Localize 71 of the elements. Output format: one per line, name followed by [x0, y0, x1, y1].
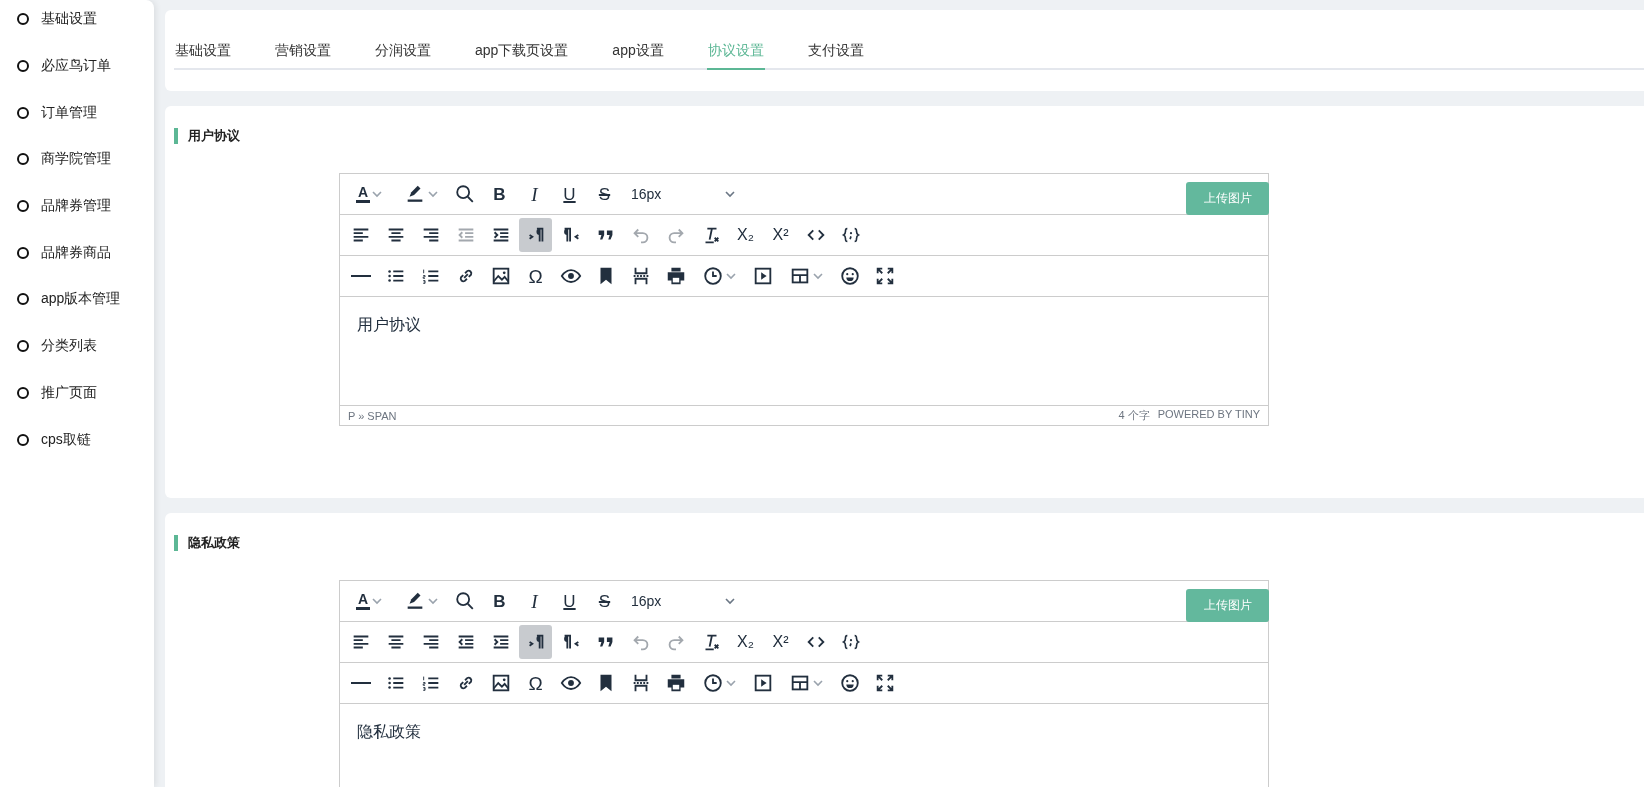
section-title: 用户协议	[174, 128, 1644, 144]
font-size-select[interactable]: 16px	[623, 177, 743, 211]
sidebar-item[interactable]: 订单管理	[0, 89, 154, 137]
underline-button[interactable]: U	[553, 584, 586, 618]
circle-icon	[17, 60, 29, 73]
sidebar-item[interactable]: 品牌券商品	[0, 229, 154, 277]
superscript-button[interactable]: X²	[764, 625, 797, 659]
strikethrough-button[interactable]: S	[588, 584, 621, 618]
circle-icon	[17, 340, 29, 353]
tab[interactable]: app设置	[611, 32, 665, 70]
circle-icon	[17, 200, 29, 213]
sidebar-item[interactable]: cps取链	[0, 416, 154, 463]
chevron-down-icon	[428, 596, 438, 606]
tab[interactable]: 营销设置	[274, 32, 332, 70]
special-character-button[interactable]: Ω	[519, 666, 552, 700]
sidebar-item[interactable]: 必应鸟订单	[0, 42, 154, 90]
chevron-down-icon	[725, 189, 735, 199]
word-count: 4 个字	[1118, 408, 1150, 423]
tab[interactable]: 分润设置	[374, 32, 432, 70]
clock-icon	[702, 265, 724, 287]
chevron-down-icon	[726, 271, 736, 281]
line-icon	[350, 682, 371, 684]
circle-icon	[17, 153, 29, 166]
tab[interactable]: 基础设置	[174, 32, 232, 70]
chevron-down-icon	[813, 678, 823, 688]
text-color-button[interactable]: A	[344, 584, 394, 618]
left-to-right-button[interactable]	[519, 625, 552, 659]
italic-button[interactable]: I	[518, 584, 551, 618]
section-title: 隐私政策	[174, 535, 1644, 551]
search-icon	[453, 183, 476, 205]
editor-content[interactable]: 隐私政策	[340, 704, 1268, 787]
element-path: P » SPAN	[348, 409, 397, 422]
sidebar-item[interactable]: 商学院管理	[0, 136, 154, 183]
chevron-down-icon	[428, 189, 438, 199]
sidebar-item[interactable]: 推广页面	[0, 369, 154, 417]
sidebar-item[interactable]: 品牌券管理	[0, 182, 154, 230]
special-character-button[interactable]: Ω	[519, 259, 552, 293]
circle-icon	[17, 13, 29, 26]
underline-button[interactable]: U	[553, 177, 586, 211]
circle-icon	[17, 293, 29, 306]
chevron-down-icon	[726, 678, 736, 688]
tab[interactable]: 支付设置	[806, 32, 865, 70]
smiley-icon	[838, 265, 861, 287]
branding-link[interactable]: POWERED BY TINY	[1157, 408, 1260, 423]
font-size-select[interactable]: 16px	[623, 584, 743, 618]
chevron-down-icon	[372, 596, 383, 606]
sidebar-item[interactable]: 基础设置	[0, 0, 154, 43]
chevron-down-icon	[372, 189, 383, 199]
bold-button[interactable]: B	[483, 177, 516, 211]
chevron-down-icon	[725, 596, 735, 606]
circle-icon	[17, 386, 29, 399]
line-icon	[350, 275, 371, 277]
subscript-button[interactable]: X₂	[729, 218, 762, 252]
circle-icon	[17, 246, 29, 259]
subscript-button[interactable]: X₂	[729, 625, 762, 659]
clock-icon	[702, 672, 724, 694]
strikethrough-button[interactable]: S	[588, 177, 621, 211]
editor-content[interactable]: 用户协议	[340, 297, 1268, 405]
text-color-button[interactable]: A	[344, 177, 394, 211]
sidebar-item[interactable]: 分类列表	[0, 322, 154, 370]
chevron-down-icon	[813, 271, 823, 281]
smiley-icon	[838, 672, 861, 694]
circle-icon	[17, 106, 29, 119]
tab[interactable]: app下载页设置	[474, 32, 570, 70]
circle-icon	[17, 433, 29, 446]
search-icon	[453, 590, 476, 612]
italic-button[interactable]: I	[518, 177, 551, 211]
sidebar-item[interactable]: app版本管理	[0, 276, 154, 323]
superscript-button[interactable]: X²	[764, 218, 797, 252]
bold-button[interactable]: B	[483, 584, 516, 618]
left-to-right-button[interactable]	[519, 218, 552, 252]
